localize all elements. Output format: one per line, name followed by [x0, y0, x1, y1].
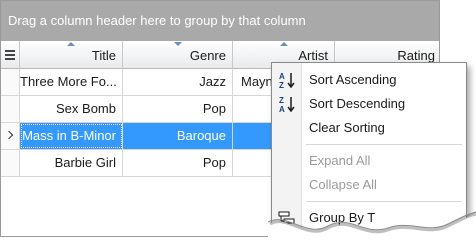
- sort-descending-icon: Z A: [278, 95, 296, 113]
- column-chooser-icon: [5, 50, 15, 60]
- menu-item-label: Sort Ascending: [309, 72, 397, 87]
- menu-item-label: Expand All: [309, 153, 371, 168]
- sort-ascending-icon: A Z: [278, 71, 296, 89]
- torn-edge-overlay: [268, 211, 476, 249]
- column-header-label: Genre: [189, 48, 226, 63]
- cell-title[interactable]: Three More Fo...: [20, 69, 123, 95]
- column-chooser-button[interactable]: [1, 41, 20, 69]
- row-selector[interactable]: [1, 150, 20, 176]
- cell-genre[interactable]: Baroque: [123, 123, 233, 149]
- cell-genre[interactable]: Pop: [123, 96, 233, 122]
- menu-item-label: Clear Sorting: [309, 120, 385, 135]
- cell-genre[interactable]: Pop: [123, 150, 233, 176]
- cell-title[interactable]: Sex Bomb: [20, 96, 123, 122]
- cell-title[interactable]: Mass in B-Minor: [20, 123, 123, 149]
- menu-item-expand-all[interactable]: Expand All: [272, 149, 466, 173]
- menu-item-collapse-all[interactable]: Collapse All: [272, 173, 466, 197]
- sort-ascending-indicator-icon: [67, 42, 75, 46]
- group-panel-hint: Drag a column header here to group by th…: [8, 13, 306, 28]
- svg-text:Z: Z: [279, 81, 284, 89]
- menu-separator: [306, 144, 462, 145]
- row-selector[interactable]: [1, 69, 20, 95]
- svg-text:A: A: [279, 105, 285, 113]
- menu-item-sort-descending[interactable]: Z A Sort Descending: [272, 92, 466, 116]
- column-header-genre[interactable]: Genre: [123, 41, 233, 69]
- menu-item-sort-ascending[interactable]: A Z Sort Ascending: [272, 68, 466, 92]
- column-header-label: Artist: [298, 48, 328, 63]
- menu-item-label: Sort Descending: [309, 96, 406, 111]
- column-header-label: Rating: [397, 48, 435, 63]
- cell-genre[interactable]: Jazz: [123, 69, 233, 95]
- menu-item-clear-sorting[interactable]: Clear Sorting: [272, 116, 466, 140]
- svg-text:A: A: [279, 72, 285, 81]
- cell-title[interactable]: Barbie Girl: [20, 150, 123, 176]
- column-header-title[interactable]: Title: [20, 41, 123, 69]
- row-selector[interactable]: [1, 123, 20, 149]
- group-by-panel[interactable]: Drag a column header here to group by th…: [1, 1, 439, 41]
- column-header-label: Title: [91, 48, 116, 63]
- current-row-indicator-icon: [4, 130, 14, 140]
- menu-separator: [306, 201, 462, 202]
- sort-ascending-indicator-icon: [279, 42, 288, 46]
- sort-descending-indicator-icon: [173, 42, 182, 46]
- menu-item-label: Collapse All: [309, 177, 377, 192]
- row-selector[interactable]: [1, 96, 20, 122]
- svg-text:Z: Z: [279, 96, 284, 105]
